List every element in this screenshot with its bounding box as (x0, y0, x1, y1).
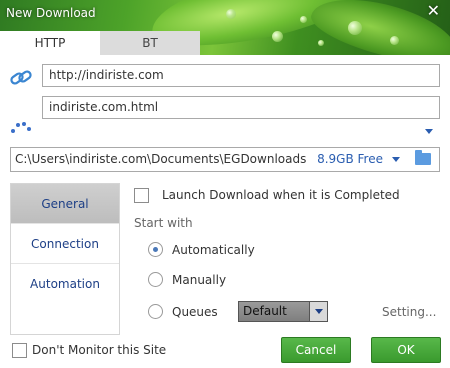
chevron-down-icon[interactable] (425, 129, 433, 134)
water-drop-decoration (300, 16, 307, 23)
monitor-label: Don't Monitor this Site (32, 343, 167, 357)
sidebar-item-general[interactable]: General (11, 184, 119, 224)
free-space-text: 8.9GB Free (317, 152, 383, 166)
automatically-label: Automatically (172, 243, 255, 257)
link-icon (10, 70, 32, 85)
tab-bt[interactable]: BT (100, 31, 200, 55)
save-path-box[interactable]: C:\Users\indiriste.com\Documents\EGDownl… (10, 147, 440, 172)
sidebar: General Connection Automation (10, 183, 120, 335)
water-drop-decoration (348, 21, 362, 35)
dots-icon (11, 122, 31, 133)
radio-manually[interactable] (148, 272, 163, 287)
water-drop-decoration (318, 40, 324, 46)
close-icon[interactable]: ✕ (427, 3, 440, 19)
monitor-checkbox[interactable] (12, 343, 27, 358)
queues-label: Queues (172, 305, 218, 319)
sidebar-item-connection[interactable]: Connection (11, 224, 119, 264)
radio-queues[interactable] (148, 304, 163, 319)
save-path-text: C:\Users\indiriste.com\Documents\EGDownl… (15, 152, 307, 166)
manually-label: Manually (172, 273, 227, 287)
queue-select[interactable]: Default (238, 301, 328, 322)
folder-icon[interactable] (415, 150, 431, 165)
start-with-label: Start with (134, 216, 193, 230)
launch-label: Launch Download when it is Completed (162, 188, 400, 202)
chevron-down-icon[interactable] (309, 302, 327, 321)
water-drop-decoration (226, 9, 236, 19)
path-dropdown-chevron-down-icon[interactable] (392, 157, 400, 162)
sidebar-item-automation[interactable]: Automation (11, 264, 119, 304)
title-bar: New Download ✕ HTTP BT (0, 0, 450, 55)
cancel-button[interactable]: Cancel (281, 337, 351, 363)
water-drop-decoration (390, 36, 399, 45)
setting-link[interactable]: Setting... (382, 305, 436, 319)
launch-checkbox[interactable] (134, 188, 149, 203)
water-drop-decoration (272, 31, 283, 42)
queue-select-value: Default (243, 304, 287, 318)
window-title: New Download (6, 6, 96, 20)
filename-field[interactable]: indiriste.com.html (42, 96, 440, 119)
ok-button[interactable]: OK (371, 337, 441, 363)
tab-http[interactable]: HTTP (0, 31, 100, 55)
url-field[interactable]: http://indiriste.com (42, 64, 440, 87)
radio-automatically[interactable] (148, 242, 163, 257)
